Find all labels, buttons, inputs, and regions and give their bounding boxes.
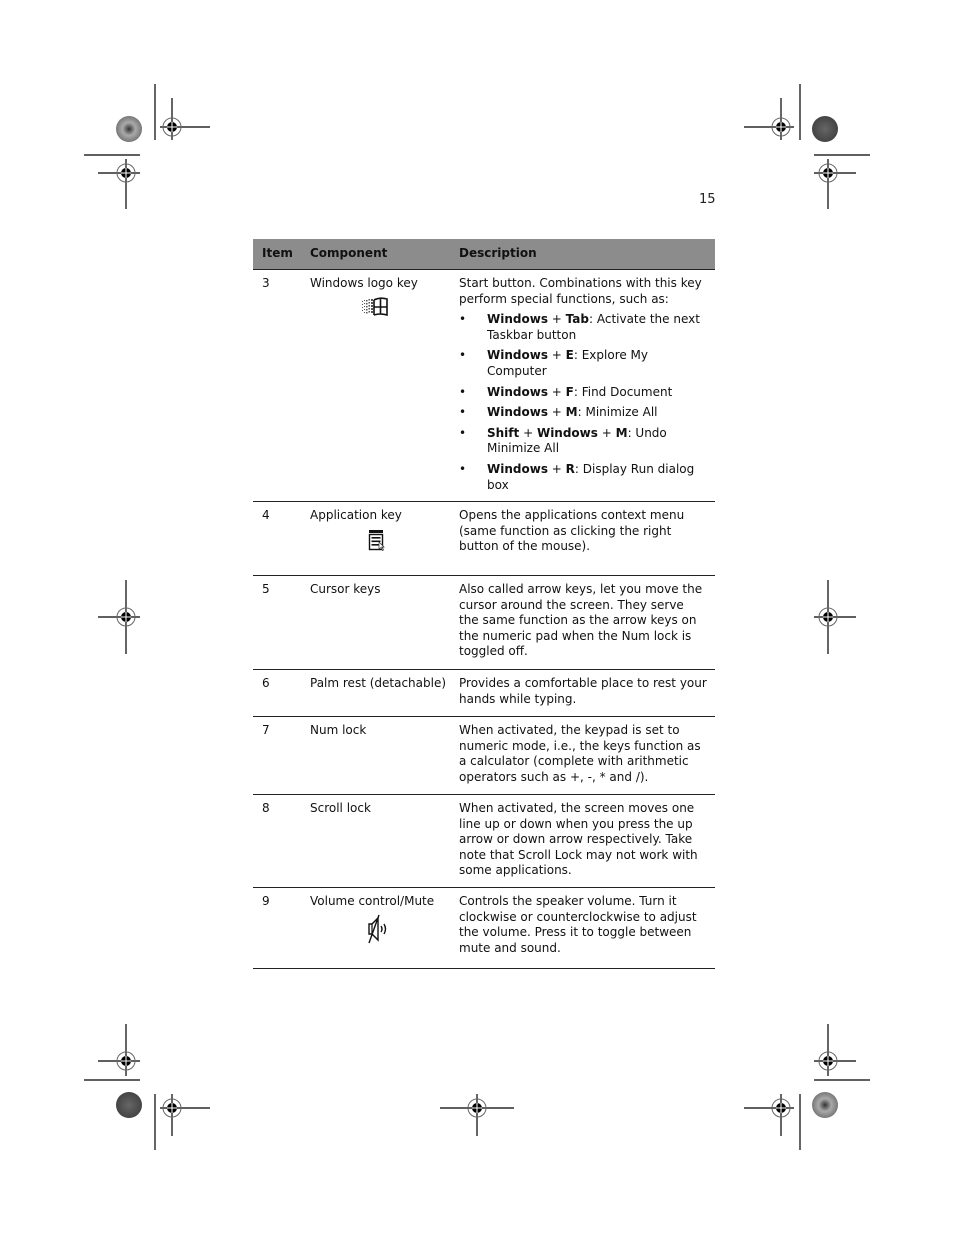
page-number: 15 bbox=[699, 192, 716, 207]
row-component: Windows logo key bbox=[310, 276, 418, 290]
table-row: 3 Windows logo key Start button. Combina… bbox=[253, 270, 715, 502]
list-item: Windows + F: Find Document bbox=[459, 385, 707, 401]
list-item: Windows + Tab: Activate the next Taskbar… bbox=[459, 312, 707, 343]
row-description: When activated, the screen moves one lin… bbox=[459, 801, 698, 878]
speaker-mute-icon bbox=[360, 914, 390, 944]
row-component: Num lock bbox=[310, 723, 367, 737]
list-item: Windows + E: Explore My Computer bbox=[459, 348, 707, 379]
row-component: Palm rest (detachable) bbox=[310, 676, 447, 690]
row-description: Provides a comfortable place to rest you… bbox=[459, 676, 707, 706]
application-menu-icon bbox=[360, 528, 390, 552]
row-description: When activated, the keypad is set to num… bbox=[459, 723, 701, 784]
row-item: 6 bbox=[262, 676, 270, 690]
row-item: 9 bbox=[262, 894, 270, 908]
row-description: Start button. Combinations with this key… bbox=[459, 276, 702, 306]
table-row: 7 Num lock When activated, the keypad is… bbox=[253, 717, 715, 795]
table-row: 8 Scroll lock When activated, the screen… bbox=[253, 795, 715, 888]
header-description: Description bbox=[459, 246, 537, 261]
list-item: Shift + Windows + M: Undo Minimize All bbox=[459, 426, 707, 457]
table-row: 4 Application key Opens the applications… bbox=[253, 502, 715, 576]
row-item: 5 bbox=[262, 582, 270, 596]
row-description: Also called arrow keys, let you move the… bbox=[459, 582, 703, 659]
list-item: Windows + M: Minimize All bbox=[459, 405, 707, 421]
row-component: Scroll lock bbox=[310, 801, 371, 815]
table-row: 6 Palm rest (detachable) Provides a comf… bbox=[253, 670, 715, 717]
row-description: Controls the speaker volume. Turn it clo… bbox=[459, 894, 697, 955]
list-item: Windows + R: Display Run dialog box bbox=[459, 462, 707, 493]
row-component: Application key bbox=[310, 508, 402, 522]
row-component: Volume control/Mute bbox=[310, 894, 435, 908]
windows-logo-icon bbox=[360, 296, 390, 320]
row-item: 7 bbox=[262, 723, 270, 737]
row-component: Cursor keys bbox=[310, 582, 381, 596]
table-row: 5 Cursor keys Also called arrow keys, le… bbox=[253, 576, 715, 670]
header-item: Item bbox=[262, 246, 293, 261]
row-description: Opens the applications context menu (sam… bbox=[459, 508, 685, 554]
key-combination-list: Windows + Tab: Activate the next Taskbar… bbox=[459, 312, 707, 493]
row-item: 3 bbox=[262, 276, 270, 290]
row-item: 4 bbox=[262, 508, 270, 522]
table-row: 9 Volume control/Mute Controls the speak… bbox=[253, 888, 715, 969]
table-header: Item Component Description bbox=[253, 239, 715, 270]
header-component: Component bbox=[310, 246, 388, 261]
row-item: 8 bbox=[262, 801, 270, 815]
keyboard-components-table: Item Component Description 3 Windows log… bbox=[253, 239, 715, 969]
